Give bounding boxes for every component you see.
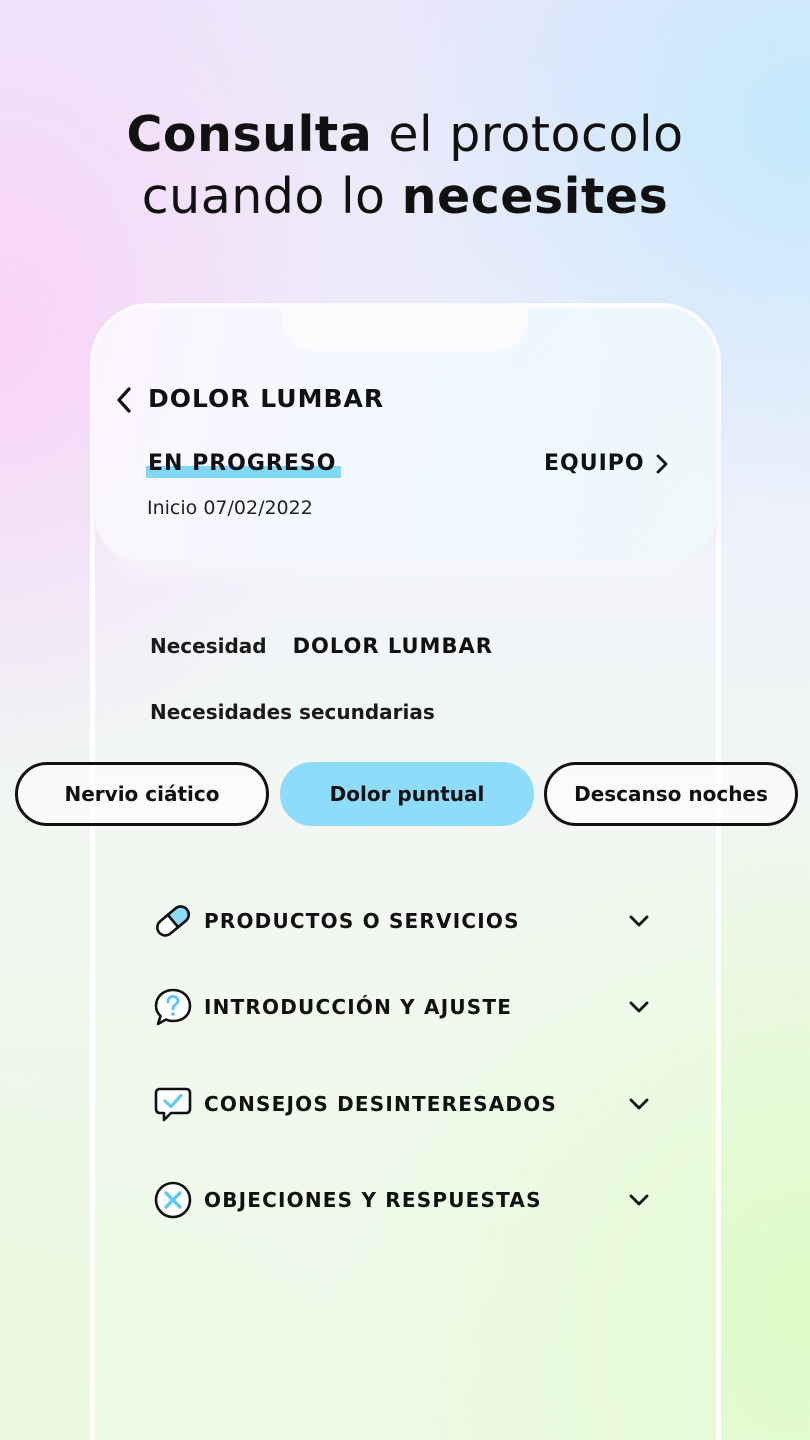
headline-line-1: Consulta el protocolo	[126, 106, 684, 163]
headline-line-2: cuando lo necesites	[141, 168, 669, 225]
question-bubble-icon	[152, 986, 194, 1028]
chevron-down-icon	[626, 908, 652, 934]
check-bubble-icon	[152, 1083, 194, 1125]
x-circle-icon	[152, 1179, 194, 1221]
headline: Consulta el protocolo cuando lo necesite…	[0, 104, 810, 228]
chevron-right-icon	[656, 454, 668, 474]
chevron-down-icon	[626, 1187, 652, 1213]
status-label: EN PROGRESO	[148, 451, 337, 476]
section-label: PRODUCTOS O SERVICIOS	[204, 909, 520, 933]
team-link[interactable]: EQUIPO	[544, 449, 669, 479]
screen-title: DOLOR LUMBAR	[148, 384, 385, 413]
need-label: Necesidad	[150, 634, 267, 658]
section-introduccion-ajuste[interactable]: INTRODUCCIÓN Y AJUSTE	[152, 983, 652, 1031]
pill-icon	[152, 900, 194, 942]
need-value: DOLOR LUMBAR	[292, 634, 493, 658]
section-consejos-desinteresados[interactable]: CONSEJOS DESINTERESADOS	[152, 1080, 652, 1128]
chip-label: Nervio ciático	[64, 782, 220, 806]
start-date: Inicio 07/02/2022	[147, 497, 313, 519]
chevron-down-icon	[626, 994, 652, 1020]
section-label: OBJECIONES Y RESPUESTAS	[204, 1188, 542, 1212]
secondary-needs-label: Necesidades secundarias	[150, 700, 435, 724]
section-objeciones-respuestas[interactable]: OBJECIONES Y RESPUESTAS	[152, 1176, 652, 1224]
chip-label: Descanso noches	[574, 782, 768, 806]
chevron-left-icon	[117, 387, 131, 413]
section-productos-servicios[interactable]: PRODUCTOS O SERVICIOS	[152, 897, 652, 945]
section-label: CONSEJOS DESINTERESADOS	[204, 1092, 558, 1116]
chip-label: Dolor puntual	[329, 782, 485, 806]
team-link-label: EQUIPO	[544, 451, 645, 476]
phone-notch	[282, 303, 528, 351]
status-badge: EN PROGRESO	[146, 449, 341, 479]
chip-descanso-noches[interactable]: Descanso noches	[544, 762, 798, 826]
chevron-down-icon	[626, 1091, 652, 1117]
back-button[interactable]	[112, 384, 136, 416]
section-label: INTRODUCCIÓN Y AJUSTE	[204, 995, 513, 1019]
chip-dolor-puntual[interactable]: Dolor puntual	[280, 762, 534, 826]
need-row: Necesidad DOLOR LUMBAR	[150, 632, 493, 660]
chip-nervio-ciatico[interactable]: Nervio ciático	[15, 762, 269, 826]
